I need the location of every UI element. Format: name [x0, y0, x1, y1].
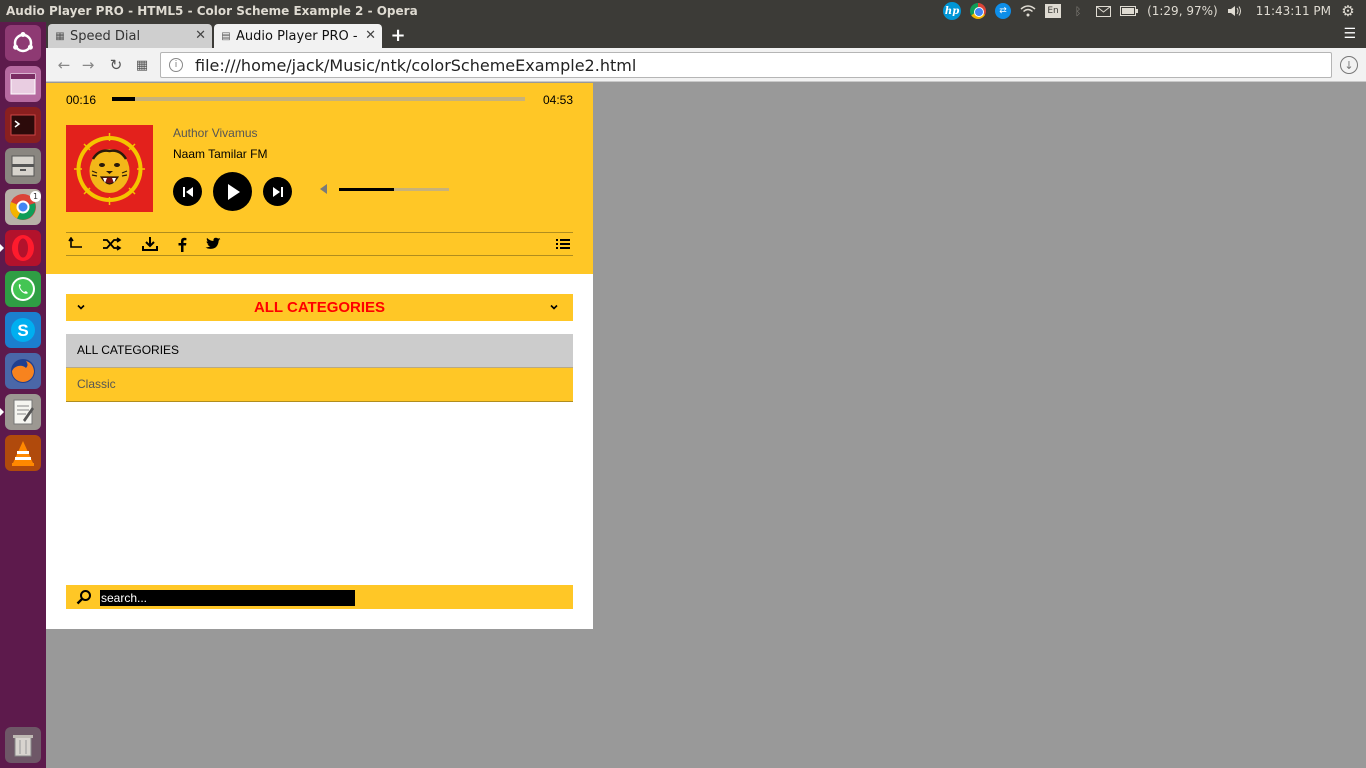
category-dropdown[interactable]: ALL CATEGORIES	[66, 294, 573, 321]
close-icon[interactable]: ✕	[362, 28, 376, 43]
security-info-icon[interactable]: i	[169, 58, 183, 72]
text-editor-running-indicator	[0, 408, 4, 416]
playlist-icon[interactable]	[553, 234, 573, 254]
url-field[interactable]: i file:///home/jack/Music/ntk/colorSchem…	[160, 52, 1332, 78]
reload-button[interactable]: ↻	[106, 55, 126, 75]
system-top-panel: Audio Player PRO - HTML5 - Color Scheme …	[0, 0, 1366, 22]
speed-dial-icon: ▦	[55, 30, 65, 42]
play-icon	[227, 183, 240, 200]
hp-icon[interactable]: hp	[943, 2, 962, 20]
wifi-icon[interactable]	[1020, 3, 1036, 19]
total-time: 04:53	[542, 93, 573, 107]
browser-tab-bar: ▦ Speed Dial ✕ ▤ Audio Player PRO - H ✕ …	[46, 22, 1366, 48]
battery-status: (1:29, 97%)	[1147, 4, 1218, 18]
system-tray: hp ⇄ En ᛒ (1:29, 97%) 11:43:11 PM ⚙	[943, 0, 1366, 22]
category-dropdown-label: ALL CATEGORIES	[253, 299, 386, 316]
settings-gear-icon[interactable]: ⚙	[1340, 2, 1356, 20]
volume-fill	[339, 188, 394, 191]
next-track-button[interactable]	[263, 177, 292, 206]
tab-label: Audio Player PRO - H	[236, 28, 372, 44]
url-text: file:///home/jack/Music/ntk/colorSchemeE…	[195, 55, 637, 75]
progress-fill	[112, 97, 135, 101]
tab-audio-player[interactable]: ▤ Audio Player PRO - H ✕	[214, 24, 382, 48]
browser-address-bar: ← → ↻ ▦ i file:///home/jack/Music/ntk/co…	[46, 48, 1366, 82]
search-input[interactable]	[100, 590, 355, 606]
volume-slider[interactable]	[339, 188, 449, 191]
volume-icon[interactable]	[320, 184, 327, 194]
track-title: Naam Tamilar FM	[173, 147, 268, 161]
skip-previous-icon	[182, 186, 193, 197]
category-list: ALL CATEGORIES Classic	[66, 334, 573, 402]
battery-icon[interactable]	[1120, 3, 1139, 19]
shuffle-icon[interactable]	[102, 234, 122, 254]
tab-speed-dial[interactable]: ▦ Speed Dial ✕	[48, 24, 212, 48]
search-icon	[76, 590, 91, 605]
bluetooth-icon[interactable]: ᛒ	[1070, 3, 1086, 19]
tab-label: Speed Dial	[70, 28, 141, 44]
playlist-search-bar	[66, 585, 573, 609]
files-icon[interactable]	[5, 148, 41, 184]
mail-icon[interactable]	[1095, 3, 1111, 19]
tab-menu-icon[interactable]: ☰	[1343, 26, 1356, 42]
downloads-icon[interactable]: ↓	[1340, 56, 1358, 74]
volume-icon[interactable]	[1227, 3, 1243, 19]
forward-button[interactable]: →	[78, 55, 98, 75]
text-editor-icon[interactable]	[5, 394, 41, 430]
category-item-classic[interactable]: Classic	[66, 368, 573, 402]
document-icon: ▤	[221, 30, 231, 42]
whatsapp-icon[interactable]	[5, 271, 41, 307]
terminal-icon[interactable]	[5, 107, 41, 143]
facebook-icon[interactable]	[172, 234, 192, 254]
opera-running-indicator	[0, 244, 4, 252]
player-header: 00:16 04:53 Author Vivamus Naam Tamilar …	[46, 83, 593, 274]
unity-launcher: 1 S	[0, 22, 46, 768]
play-button[interactable]	[213, 172, 252, 211]
ubuntu-dash-icon[interactable]	[5, 25, 41, 61]
chevron-down-icon	[550, 304, 558, 310]
category-item-all[interactable]: ALL CATEGORIES	[66, 334, 573, 368]
vlc-icon[interactable]	[5, 435, 41, 471]
workspace-switcher-icon[interactable]	[5, 66, 41, 102]
page-viewport: 00:16 04:53 Author Vivamus Naam Tamilar …	[46, 83, 1366, 768]
speed-dial-grid-icon[interactable]: ▦	[132, 55, 152, 75]
svg-text:S: S	[17, 321, 28, 340]
back-button[interactable]: ←	[54, 55, 74, 75]
track-author: Author Vivamus	[173, 126, 258, 140]
progress-bar[interactable]	[112, 97, 525, 101]
keyboard-icon[interactable]: En	[1045, 4, 1062, 18]
skype-icon[interactable]: S	[5, 312, 41, 348]
audio-player: 00:16 04:53 Author Vivamus Naam Tamilar …	[46, 83, 593, 629]
teamviewer-icon[interactable]: ⇄	[995, 3, 1012, 19]
previous-track-button[interactable]	[173, 177, 202, 206]
player-action-bar	[66, 232, 573, 256]
window-title: Audio Player PRO - HTML5 - Color Scheme …	[6, 4, 418, 18]
tiger-emblem-icon	[66, 125, 153, 212]
trash-icon[interactable]	[5, 727, 41, 763]
repeat-icon[interactable]	[66, 234, 86, 254]
opera-icon[interactable]	[5, 230, 41, 266]
new-tab-button[interactable]: +	[388, 25, 408, 46]
close-icon[interactable]: ✕	[195, 28, 206, 43]
download-icon[interactable]	[140, 234, 160, 254]
clock[interactable]: 11:43:11 PM	[1256, 4, 1331, 18]
chrome-icon[interactable]	[970, 3, 987, 19]
chrome-badge: 1	[30, 191, 41, 202]
album-art	[66, 125, 153, 212]
skip-next-icon	[272, 186, 283, 197]
twitter-icon[interactable]	[203, 234, 223, 254]
firefox-icon[interactable]	[5, 353, 41, 389]
current-time: 00:16	[66, 93, 97, 107]
